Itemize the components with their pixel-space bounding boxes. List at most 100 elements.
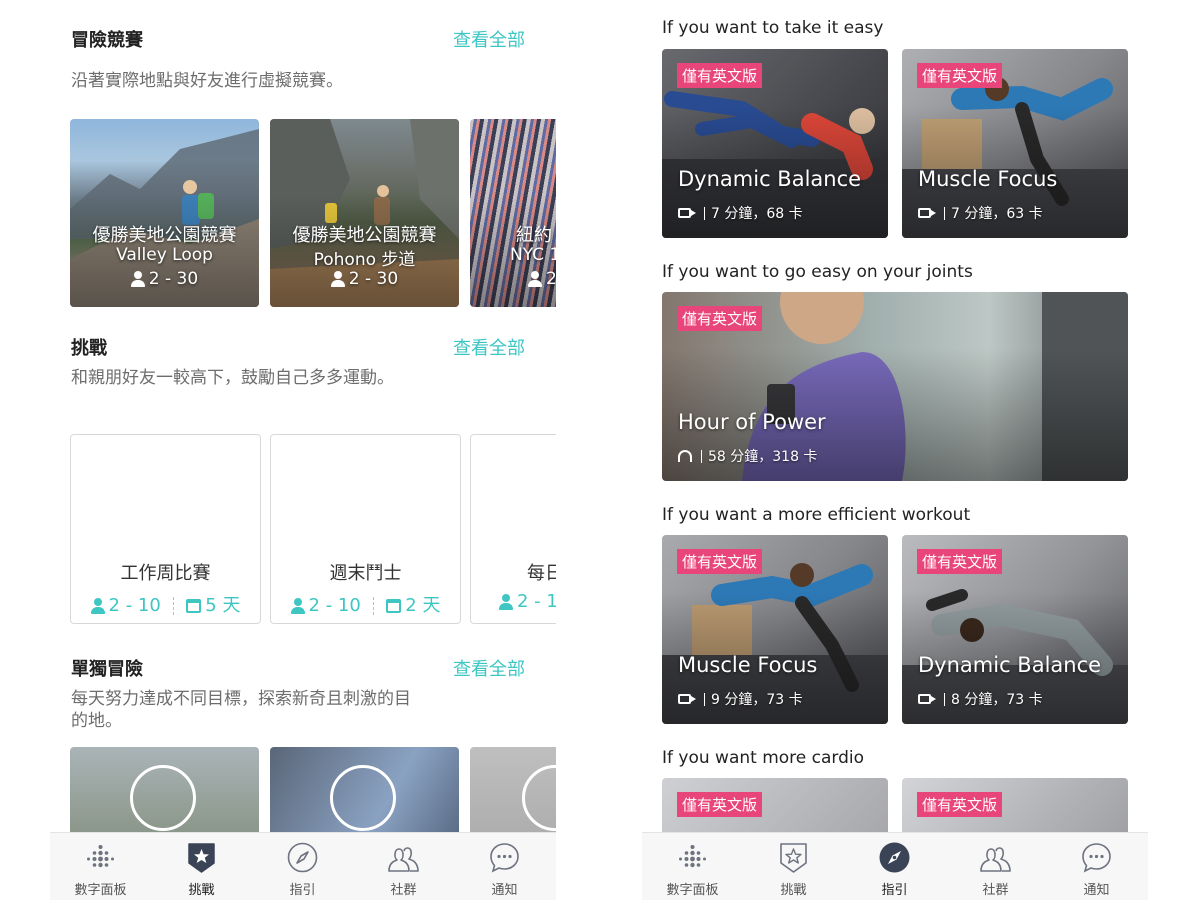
workout-title: Muscle Focus [918, 167, 1058, 191]
solo-carousel[interactable] [50, 747, 556, 837]
section-heading: If you want to go easy on your joints [662, 262, 973, 282]
races-carousel[interactable]: 優勝美地公園競賽 Valley Loop 2 - 30 優勝美地公園競賽 Poh… [50, 119, 556, 309]
compass-icon [287, 842, 318, 873]
solo-card-city[interactable] [270, 747, 459, 837]
race-card-title: 紐約 [516, 225, 552, 246]
workout-card-cardio-1[interactable]: 僅有英文版 [662, 778, 888, 838]
challenges-description: 和親朋好友一較高下，鼓勵自己多多運動。 [71, 368, 394, 388]
race-card-subtitle: Pohono 步道 [313, 250, 416, 270]
video-icon [678, 694, 696, 704]
section-heading: If you want a more efficient workout [662, 505, 971, 525]
challenge-card-workweek[interactable]: 工作周比賽 2 - 10 5 天 [70, 434, 261, 624]
races-description: 沿著實際地點與好友進行虛擬競賽。 [71, 71, 343, 91]
headphones-icon [678, 450, 692, 462]
workout-meta: 58 分鐘，318 卡 [708, 449, 818, 465]
challenge-card-title: 工作周比賽 [120, 563, 211, 584]
race-card-players: 2 [546, 269, 556, 289]
race-card-nyc[interactable]: 紐約 NYC 1 2 [470, 119, 556, 307]
tab-bar: 數字面板 挑戰 指引 社群 通知 [642, 832, 1148, 900]
tab-label: 通知 [491, 883, 518, 898]
tab-label: 數字面板 [666, 883, 719, 898]
section-heading: If you want more cardio [662, 748, 865, 768]
challenges-carousel[interactable]: 工作周比賽 2 - 10 5 天 週末鬥士 2 - 10 2 天 每日 2 - … [50, 434, 556, 624]
english-only-badge: 僅有英文版 [917, 549, 1003, 574]
solo-card-waterfall[interactable] [70, 747, 259, 837]
workout-card-muscle-focus[interactable]: 僅有英文版 Muscle Focus 7 分鐘，63 卡 [902, 49, 1128, 238]
tab-guidance[interactable]: 指引 [844, 833, 945, 900]
challenge-card-daily[interactable]: 每日 2 - 1 [470, 434, 556, 624]
challenge-card-players: 2 - 1 [517, 591, 556, 612]
challenge-card-players: 2 - 10 [108, 595, 161, 616]
workout-meta: 9 分鐘，73 卡 [711, 692, 803, 708]
video-icon [918, 208, 936, 218]
tab-dashboard[interactable]: 數字面板 [642, 833, 743, 900]
people-icon [388, 847, 419, 872]
solo-description: 每天努力達成不同目標，探索新奇且刺激的目的地。 [71, 689, 411, 731]
english-only-badge: 僅有英文版 [917, 792, 1003, 817]
challenge-card-days: 2 天 [405, 595, 441, 616]
tab-notifications[interactable]: 通知 [454, 833, 555, 900]
person-icon [90, 598, 105, 614]
flag-badge-icon [330, 765, 396, 831]
races-see-all-link[interactable]: 查看全部 [453, 26, 525, 52]
workout-card-hour-of-power[interactable]: 僅有英文版 Hour of Power 58 分鐘，318 卡 [662, 292, 1128, 481]
workout-card-cardio-2[interactable]: 僅有英文版 [902, 778, 1128, 838]
tab-community[interactable]: 社群 [353, 833, 454, 900]
solo-card-third[interactable] [470, 747, 556, 837]
challenge-card-days: 5 天 [205, 595, 241, 616]
person-icon [330, 271, 345, 287]
race-card-players: 2 - 30 [348, 269, 399, 289]
english-only-badge: 僅有英文版 [677, 63, 763, 88]
workout-title: Muscle Focus [678, 653, 818, 677]
castle-badge-icon [130, 765, 196, 831]
english-only-badge: 僅有英文版 [677, 306, 763, 331]
race-card-title: 優勝美地公園競賽 [292, 225, 437, 246]
calendar-icon [386, 599, 402, 613]
tab-label: 通知 [1083, 883, 1110, 898]
race-card-subtitle: NYC 1 [510, 245, 556, 265]
race-card-valley-loop[interactable]: 優勝美地公園競賽 Valley Loop 2 - 30 [70, 119, 259, 307]
challenges-screen: 冒險競賽 查看全部 沿著實際地點與好友進行虛擬競賽。 優勝美地公園競賽 Vall… [50, 0, 556, 900]
dots-logo-icon [87, 845, 114, 868]
tab-challenges[interactable]: 挑戰 [743, 833, 844, 900]
tab-guidance[interactable]: 指引 [252, 833, 353, 900]
workout-meta: 7 分鐘，68 卡 [711, 206, 803, 222]
challenge-card-players: 2 - 10 [308, 595, 361, 616]
person-icon [130, 271, 145, 287]
workout-card-dynamic-balance-2[interactable]: 僅有英文版 Dynamic Balance 8 分鐘，73 卡 [902, 535, 1128, 724]
person-icon [499, 594, 513, 610]
tab-community[interactable]: 社群 [945, 833, 1046, 900]
workout-title: Dynamic Balance [678, 167, 862, 191]
tab-notifications[interactable]: 通知 [1046, 833, 1147, 900]
races-title: 冒險競賽 [71, 30, 143, 51]
tab-label: 指引 [881, 883, 908, 898]
person-icon [528, 271, 542, 287]
tab-bar: 數字面板 挑戰 指引 社群 通知 [50, 832, 556, 900]
race-card-pohono-trail[interactable]: 優勝美地公園競賽 Pohono 步道 2 - 30 [270, 119, 459, 307]
tab-label: 指引 [289, 883, 316, 898]
people-icon [980, 847, 1011, 872]
video-icon [678, 208, 696, 218]
english-only-badge: 僅有英文版 [677, 792, 763, 817]
challenges-see-all-link[interactable]: 查看全部 [453, 334, 525, 360]
english-only-badge: 僅有英文版 [917, 63, 1003, 88]
race-card-subtitle: Valley Loop [116, 245, 213, 265]
workout-title: Hour of Power [678, 410, 826, 434]
tab-challenges[interactable]: 挑戰 [151, 833, 252, 900]
workout-meta: 8 分鐘，73 卡 [951, 692, 1043, 708]
tab-label: 社群 [390, 883, 417, 898]
chat-bubble-icon [490, 843, 519, 873]
race-card-players: 2 - 30 [148, 269, 199, 289]
workout-card-dynamic-balance[interactable]: 僅有英文版 Dynamic Balance 7 分鐘，68 卡 [662, 49, 888, 238]
challenge-card-weekend-warrior[interactable]: 週末鬥士 2 - 10 2 天 [270, 434, 461, 624]
workout-card-muscle-focus-2[interactable]: 僅有英文版 Muscle Focus 9 分鐘，73 卡 [662, 535, 888, 724]
english-only-badge: 僅有英文版 [677, 549, 763, 574]
tab-label: 社群 [982, 883, 1009, 898]
races-header: 冒險競賽 查看全部 [71, 26, 525, 56]
race-card-title: 優勝美地公園競賽 [92, 225, 237, 246]
tab-label: 數字面板 [74, 883, 127, 898]
tab-dashboard[interactable]: 數字面板 [50, 833, 151, 900]
workout-title: Dynamic Balance [918, 653, 1102, 677]
chat-bubble-icon [1082, 843, 1111, 873]
solo-see-all-link[interactable]: 查看全部 [453, 655, 525, 681]
